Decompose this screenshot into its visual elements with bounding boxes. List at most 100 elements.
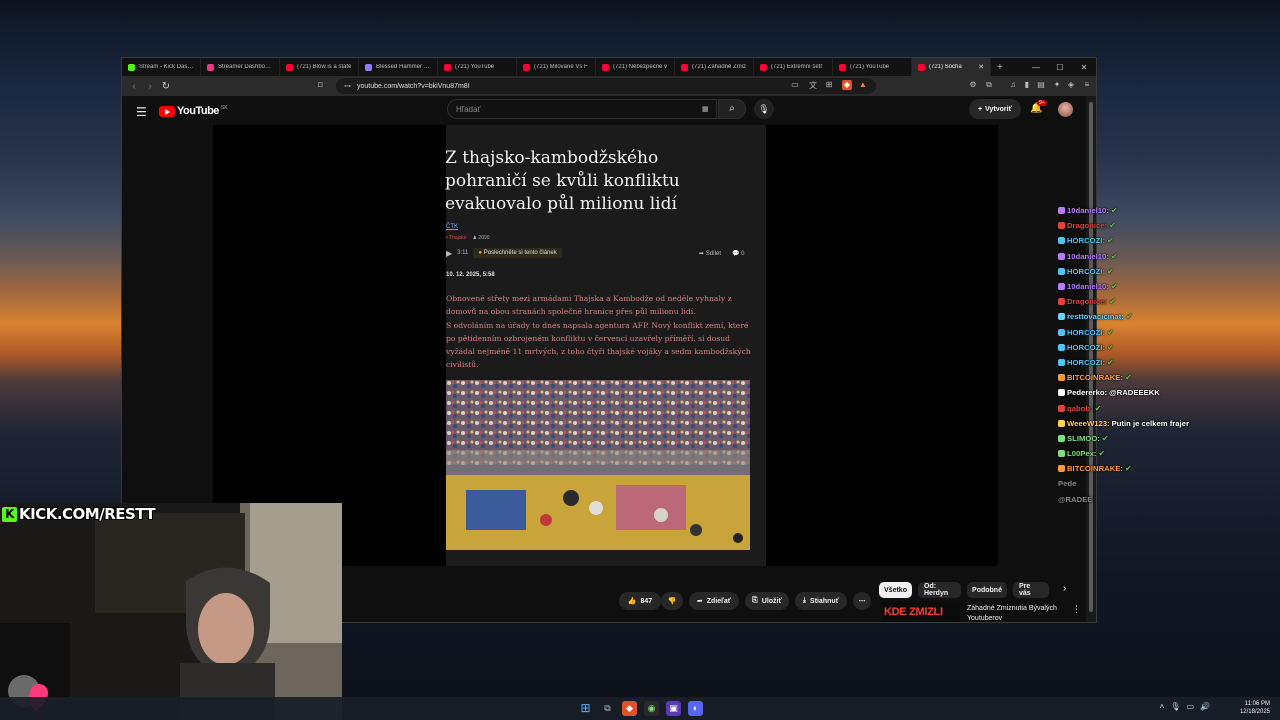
chevron-up-icon[interactable]: ˄	[1160, 702, 1165, 711]
forward-icon[interactable]: ›	[142, 81, 158, 92]
translate-icon[interactable]: 文	[808, 80, 818, 90]
vpn-icon[interactable]: ◈	[1066, 80, 1076, 90]
discord-taskbar-icon[interactable]: ◐	[688, 701, 703, 716]
chat-username[interactable]: WeeeW123:	[1067, 419, 1110, 428]
history-icon[interactable]: ⧉	[984, 80, 994, 90]
chat-username[interactable]: Dragonice:	[1067, 221, 1107, 230]
browser-tab[interactable]: Stream - Kick Dashb	[122, 58, 201, 76]
mic-tray-icon[interactable]: 🎙	[1170, 702, 1180, 711]
minimize-icon[interactable]: —	[1024, 58, 1048, 76]
chat-username[interactable]: Pedererko:	[1067, 388, 1107, 397]
article-share[interactable]: ➦ Sdílet	[699, 250, 721, 257]
chat-username[interactable]: SLIMOO:	[1067, 434, 1100, 443]
playlist-icon[interactable]: ♫	[1008, 80, 1018, 90]
new-tab-button[interactable]: +	[991, 62, 1009, 73]
browser-tab[interactable]: (721) Blow is a state	[280, 58, 359, 76]
chat-username[interactable]: Pede	[1058, 479, 1076, 488]
menu-icon[interactable]: ≡	[1082, 80, 1092, 90]
sidebar-toggle-icon[interactable]: ▮	[1022, 80, 1032, 90]
chat-username[interactable]: HORCOZI:	[1067, 236, 1105, 245]
create-button[interactable]: + Vytvoriť	[969, 99, 1021, 119]
voice-search-button[interactable]: 🎙	[754, 99, 774, 119]
article-comments[interactable]: 💬 0	[732, 250, 745, 257]
browser-tab[interactable]: (721) Záhadné Zmiz	[675, 58, 754, 76]
chat-username[interactable]: HORCOZI:	[1067, 328, 1105, 337]
chat-username[interactable]: resttovacicinat:	[1067, 312, 1124, 321]
chat-username[interactable]: Dragonice:	[1067, 297, 1107, 306]
chat-username[interactable]: 10daniel10:	[1067, 252, 1109, 261]
youtube-logo[interactable]: YouTube SK	[159, 105, 228, 117]
article-title: Z thajsko-kambodžského pohraničí se kvůl…	[445, 148, 680, 214]
filter-chip[interactable]: Všetko	[879, 582, 912, 598]
filter-chip[interactable]: Pre vás	[1013, 582, 1049, 598]
article-tag: • Thajsko	[446, 235, 467, 241]
install-app-icon[interactable]: ▭	[790, 80, 800, 90]
chat-username[interactable]: 10daniel10:	[1067, 206, 1109, 215]
filter-chip[interactable]: Podobné	[967, 582, 1007, 598]
browser-tab[interactable]: Blessed Hammer - H	[359, 58, 438, 76]
maximize-icon[interactable]: ☐	[1048, 58, 1072, 76]
recommended-title[interactable]: Záhadné Zmiznutia Bývalých Youtuberov	[967, 604, 1067, 622]
browser-tab[interactable]: (721) Nebezpečné v	[596, 58, 675, 76]
chat-badge-icon	[1058, 222, 1065, 230]
chat-username[interactable]: L00Pex:	[1067, 449, 1097, 458]
network-icon[interactable]: ▭	[1186, 702, 1194, 711]
clock[interactable]: 11:06 PM 12/18/2025	[1240, 700, 1270, 716]
share-button[interactable]: ➦ Zdieľať	[689, 592, 739, 610]
site-info-icon[interactable]: ⊶	[344, 82, 351, 90]
chat-badge-icon	[1058, 404, 1065, 412]
listen-button[interactable]: ● Poslechněte si tento článek	[473, 248, 562, 258]
twitch-taskbar-icon[interactable]: ▣	[666, 701, 681, 716]
browser-tab[interactable]: (721) YouTube	[438, 58, 517, 76]
chat-message: Pedererko: @RADEEEKK	[1058, 385, 1280, 400]
keyboard-icon[interactable]: ▦	[702, 105, 709, 113]
play-audio-icon[interactable]: ▶	[446, 249, 452, 258]
chat-message: HORCOZI: ✔	[1058, 233, 1280, 248]
wallet-icon[interactable]: ▤	[1036, 80, 1046, 90]
volume-icon[interactable]: 🔊	[1200, 702, 1210, 711]
save-button[interactable]: ⎘ Uložiť	[745, 592, 789, 610]
recommended-thumbnail[interactable]: KDE ZMIZLI	[882, 602, 960, 622]
chat-username[interactable]: 10daniel10:	[1067, 282, 1109, 291]
more-vert-icon[interactable]: ⋮	[1072, 604, 1081, 615]
avatar[interactable]	[1058, 102, 1073, 117]
browser-tab[interactable]: (721) Socha ✕	[912, 58, 991, 76]
dislike-button[interactable]: 👎	[661, 592, 683, 610]
bookmark-icon[interactable]: ⌑	[318, 80, 323, 91]
chat-username[interactable]: HORCOZI:	[1067, 358, 1105, 367]
obs-taskbar-icon[interactable]: ◉	[644, 701, 659, 716]
chat-emote-icon: ✔	[1125, 312, 1133, 322]
leo-icon[interactable]: ✦	[1052, 80, 1062, 90]
chat-username[interactable]: @RADEE	[1058, 495, 1092, 504]
article-views: ♟ 2090	[472, 235, 490, 241]
filter-chip[interactable]: Od: Herdyn	[918, 582, 961, 598]
windows-start-icon[interactable]: ⊞	[578, 701, 593, 716]
download-button[interactable]: ⤓ Stiahnuť	[795, 592, 847, 610]
rewards-icon[interactable]: ▲	[858, 80, 868, 90]
chat-username[interactable]: BITCOINRAKE:	[1067, 373, 1123, 382]
reload-icon[interactable]: ↻	[158, 81, 174, 92]
search-button[interactable]: ⌕	[718, 99, 746, 119]
browser-tab[interactable]: (721) Extrémní šetř	[754, 58, 833, 76]
browser-tab[interactable]: (721) Milované Vs F	[517, 58, 596, 76]
browser-tab[interactable]: (721) YouTube	[833, 58, 912, 76]
chat-username[interactable]: qabob:	[1067, 404, 1093, 413]
close-tab-icon[interactable]: ✕	[978, 63, 984, 71]
reader-mode-icon[interactable]: ⊞	[824, 80, 834, 90]
task-view-icon[interactable]: ⧉	[600, 701, 615, 716]
chat-username[interactable]: BITCOINRAKE:	[1067, 464, 1123, 473]
search-input[interactable]: Hľadať	[447, 99, 717, 119]
tab-favicon-icon	[207, 63, 214, 71]
chat-username[interactable]: HORCOZI:	[1067, 267, 1105, 276]
hamburger-icon[interactable]: ☰	[136, 105, 147, 119]
browser-tab[interactable]: Streamer Dashboard	[201, 58, 280, 76]
brave-shield-icon[interactable]: ◆	[842, 80, 852, 90]
back-icon[interactable]: ‹	[126, 81, 142, 92]
more-actions-button[interactable]: ⋯	[853, 592, 871, 610]
close-icon[interactable]: ✕	[1072, 58, 1096, 76]
brave-taskbar-icon[interactable]: ◆	[622, 701, 637, 716]
extension-icon[interactable]: ⚙	[968, 80, 978, 90]
chat-username[interactable]: HORCOZI:	[1067, 343, 1105, 352]
chevron-right-icon[interactable]: ›	[1063, 583, 1066, 594]
like-button[interactable]: 👍 847	[619, 592, 661, 610]
